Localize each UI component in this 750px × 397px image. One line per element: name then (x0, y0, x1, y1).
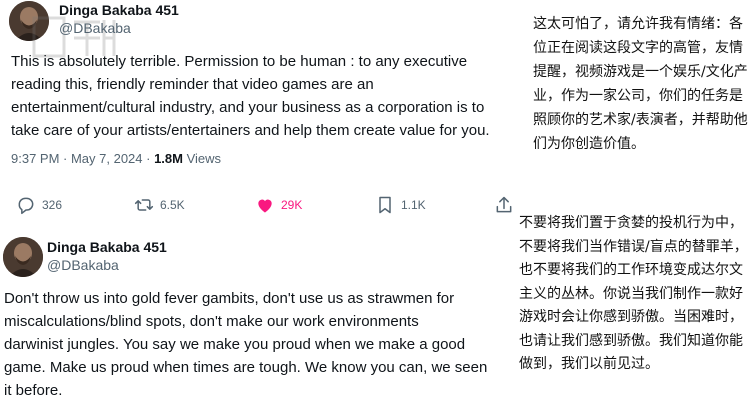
views-label: Views (186, 151, 222, 166)
repost-icon (134, 199, 154, 211)
translation-line: 照顾你的艺术家/表演者，并帮助他 (533, 112, 748, 128)
tweet-text-line: take care of your artists/entertainers a… (11, 122, 490, 139)
repost-button[interactable]: 6.5K (134, 193, 185, 217)
translation-block-2: 不要将我们置于贪婪的投机行为中， 不要将我们当作错误/盲点的替罪羊， 也不要将我… (519, 212, 749, 377)
translation-block-1: 这太可怕了，请允许我有情绪：各 位正在阅读这段文字的高管，友情 提醒，视频游戏是… (533, 12, 750, 156)
avatar[interactable] (3, 237, 43, 277)
tweet-text: Don't throw us into gold fever gambits, … (4, 287, 524, 397)
action-bar: 326 6.5K 29K 1.1K (12, 193, 522, 217)
translation-line: 业，作为一家公司，你们的任务是 (533, 88, 743, 104)
translation-line: 提醒，视频游戏是一个娱乐/文化产 (533, 64, 748, 80)
tweet-text-line: entertainment/cultural industry, and you… (11, 99, 485, 116)
bookmark-button[interactable]: 1.1K (375, 193, 426, 217)
reply-icon (18, 197, 34, 215)
avatar-photo (3, 237, 43, 277)
like-icon (258, 199, 272, 213)
bookmark-icon (379, 196, 391, 214)
author-name[interactable]: Dinga Bakaba 451 (47, 239, 167, 255)
share-button[interactable] (494, 193, 514, 217)
translation-line: 游戏时会让你感到骄傲。当困难时， (519, 309, 743, 325)
views-count: 1.8M (154, 151, 183, 166)
translation-line: 位正在阅读这段文字的高管，友情 (533, 40, 743, 56)
translation-line: 也请让我们感到骄傲。我们知道你能 (519, 332, 743, 349)
tweet-2: Dinga Bakaba 451 @DBakaba Don't throw us… (0, 228, 530, 397)
tweet-text-line: game. Make us proud when times are tough… (4, 359, 488, 376)
repost-count: 6.5K (160, 198, 185, 212)
translation-line: 们为你创造价值。 (533, 136, 645, 152)
translation-line: 做到，我们以前见过。 (519, 356, 659, 372)
tweet-text-line: reading this, friendly reminder that vid… (11, 76, 374, 93)
bookmark-count: 1.1K (401, 198, 426, 212)
translation-line: 也不要将我们的工作环境变成达尔文 (519, 262, 743, 278)
tweet-1: Dinga Bakaba 451 @DBakaba This is absolu… (0, 0, 530, 226)
translation-line: 主义的丛林。你说当我们制作一款好 (519, 285, 743, 302)
tweet-meta: 9:37 PM · May 7, 2024 · 1.8M Views (11, 151, 221, 166)
tweet-text-line: darwinist jungles. You say we make you p… (4, 336, 466, 353)
translation-line: 不要将我们当作错误/盲点的替罪羊， (519, 238, 748, 255)
like-count: 29K (281, 198, 303, 212)
tweet-text-line: Don't throw us into gold fever gambits, … (4, 290, 455, 307)
reply-count: 326 (42, 198, 63, 212)
reply-button[interactable]: 326 (16, 193, 62, 217)
like-button[interactable]: 29K (255, 193, 302, 217)
tweet-text-line: it before. (4, 382, 63, 397)
tweet-text: This is absolutely terrible. Permission … (11, 50, 526, 142)
author-handle[interactable]: @DBakaba (47, 257, 119, 273)
translation-line: 不要将我们置于贪婪的投机行为中， (519, 215, 743, 231)
translation-line: 这太可怕了，请允许我有情绪：各 (533, 16, 743, 32)
tweet-timestamp[interactable]: 9:37 PM · May 7, 2024 · (11, 151, 150, 166)
tweet-text-line: miscalculations/blind spots, don't make … (4, 313, 419, 330)
tweet-text-line: This is absolutely terrible. Permission … (11, 53, 468, 70)
author-handle[interactable]: @DBakaba (59, 20, 131, 36)
share-icon (496, 196, 512, 213)
author-name[interactable]: Dinga Bakaba 451 (59, 2, 179, 18)
